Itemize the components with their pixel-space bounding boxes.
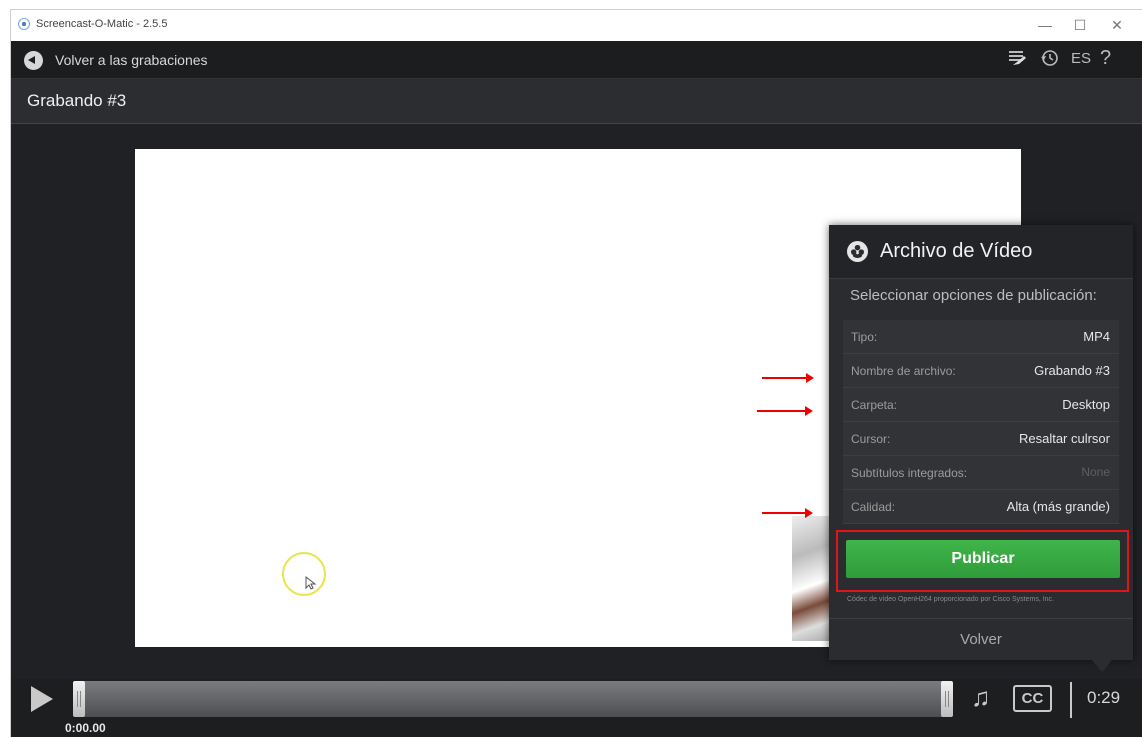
back-arrow-icon[interactable] xyxy=(24,51,43,70)
option-type[interactable]: Tipo: MP4 xyxy=(843,320,1119,354)
webcam-thumbnail xyxy=(792,516,832,641)
option-label: Calidad: xyxy=(851,500,896,514)
publish-panel: Archivo de Vídeo Seleccionar opciones de… xyxy=(829,225,1133,660)
cursor-highlight-ring xyxy=(282,552,326,596)
publish-options: Tipo: MP4 Nombre de archivo: Grabando #3… xyxy=(843,320,1119,524)
option-value: Resaltar culrsor xyxy=(1018,431,1110,446)
option-label: Subtítulos integrados: xyxy=(851,466,968,480)
option-value: Alta (más grande) xyxy=(1006,499,1110,514)
panel-title: Archivo de Vídeo xyxy=(880,240,1033,262)
option-filename[interactable]: Nombre de archivo: Grabando #3 xyxy=(843,354,1119,388)
volver-button[interactable]: Volver xyxy=(829,618,1133,661)
back-to-recordings-link[interactable]: Volver a las grabaciones xyxy=(55,52,208,68)
timeline-start-handle[interactable] xyxy=(73,681,85,717)
player-controls: 0:00.00 ♫ CC 0:29 xyxy=(11,679,1142,737)
app-window: Screencast-O-Matic - 2.5.5 — ☐ ✕ Volver … xyxy=(11,10,1142,737)
panel-pointer xyxy=(1092,660,1112,672)
timeline-track[interactable] xyxy=(73,681,953,717)
timeline-end-handle[interactable] xyxy=(941,681,953,717)
maximize-button[interactable]: ☐ xyxy=(1070,15,1090,35)
help-icon[interactable]: ? xyxy=(1100,47,1111,70)
option-label: Cursor: xyxy=(851,432,891,446)
window-title: Screencast-O-Matic - 2.5.5 xyxy=(36,18,168,30)
red-arrow-quality xyxy=(762,508,813,518)
music-note-icon[interactable]: ♫ xyxy=(971,682,991,713)
app-icon xyxy=(18,18,30,30)
option-folder[interactable]: Carpeta: Desktop xyxy=(843,388,1119,422)
publish-highlight-box: Publicar xyxy=(836,530,1129,592)
option-cursor[interactable]: Cursor: Resaltar culrsor xyxy=(843,422,1119,456)
top-nav: Volver a las grabaciones ES ? xyxy=(11,41,1142,79)
mouse-pointer-icon xyxy=(305,575,317,593)
duration: 0:29 xyxy=(1087,688,1121,707)
red-arrow-filename xyxy=(762,373,814,383)
current-time: 0:00.00 xyxy=(65,721,106,735)
option-subtitles[interactable]: Subtítulos integrados: None xyxy=(843,456,1119,490)
option-quality[interactable]: Calidad: Alta (más grande) xyxy=(843,490,1119,524)
panel-subtitle: Seleccionar opciones de publicación: xyxy=(850,287,1097,304)
option-label: Nombre de archivo: xyxy=(851,364,956,378)
option-label: Tipo: xyxy=(851,330,878,344)
option-label: Carpeta: xyxy=(851,398,898,412)
film-reel-icon xyxy=(847,241,868,262)
closed-captions-button[interactable]: CC xyxy=(1013,685,1052,712)
play-icon[interactable] xyxy=(31,686,53,712)
recording-title: Grabando #3 xyxy=(27,91,127,110)
option-value: MP4 xyxy=(1083,329,1110,344)
recording-title-bar: Grabando #3 xyxy=(11,79,1142,124)
codec-note: Códec de vídeo OpenH264 proporcionado po… xyxy=(847,596,1055,603)
minimize-button[interactable]: — xyxy=(1035,15,1055,35)
divider xyxy=(1070,682,1072,718)
title-bar: Screencast-O-Matic - 2.5.5 — ☐ ✕ xyxy=(11,10,1142,41)
panel-header: Archivo de Vídeo xyxy=(829,225,1133,279)
edit-list-icon[interactable] xyxy=(1007,48,1027,73)
option-value: Desktop xyxy=(1062,397,1110,412)
red-arrow-folder xyxy=(757,406,813,416)
close-button[interactable]: ✕ xyxy=(1107,15,1127,35)
option-value: Grabando #3 xyxy=(1034,363,1110,378)
language-selector[interactable]: ES xyxy=(1071,50,1091,67)
option-value: None xyxy=(1081,465,1110,479)
history-icon[interactable] xyxy=(1039,48,1059,73)
publish-button[interactable]: Publicar xyxy=(846,540,1120,578)
